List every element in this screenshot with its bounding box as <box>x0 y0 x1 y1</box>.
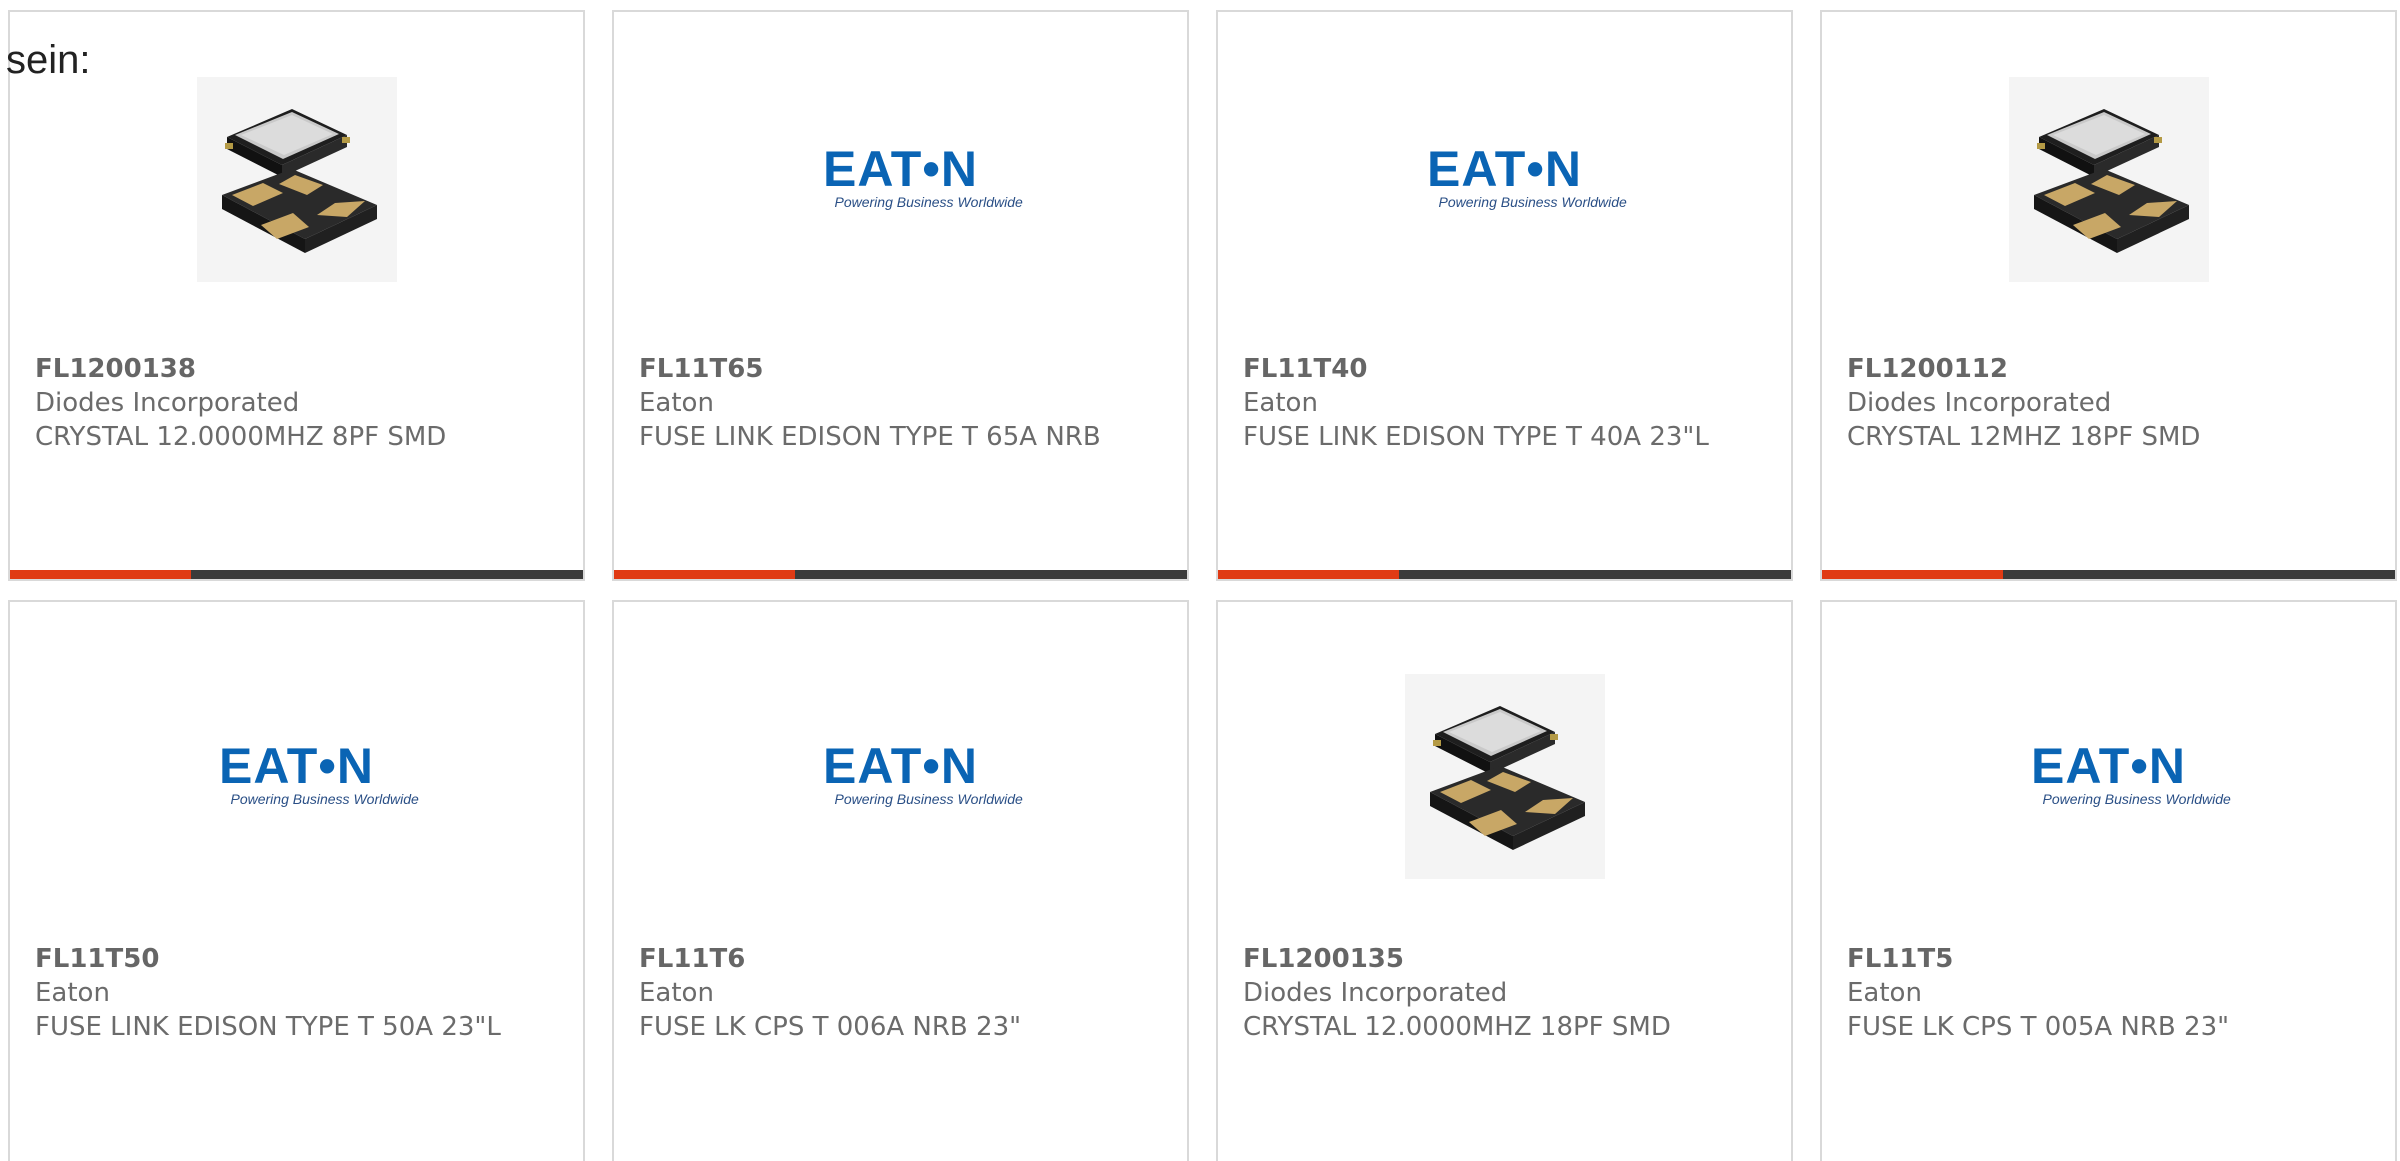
part-number-link[interactable]: FL11T40 <box>1243 352 1713 386</box>
product-description: FUSE LK CPS T 005A NRB 23" <box>1847 1012 2230 1042</box>
part-number-link[interactable]: FL1200135 <box>1243 942 1713 976</box>
product-card[interactable]: EAT•N Powering Business Worldwide FL11T6… <box>612 600 1189 1161</box>
card-footer-bar <box>614 570 1187 579</box>
part-number-link[interactable]: FL11T6 <box>639 942 1109 976</box>
manufacturer-name: Diodes Incorporated <box>1243 978 1508 1008</box>
eaton-logo-tagline: Powering Business Worldwide <box>2042 790 2231 807</box>
product-description: CRYSTAL 12MHZ 18PF SMD <box>1847 422 2201 452</box>
crystal-smd-image <box>2008 77 2209 282</box>
product-description: CRYSTAL 12.0000MHZ 8PF SMD <box>35 422 447 452</box>
manufacturer-name: Eaton <box>639 978 714 1008</box>
manufacturer-name: Eaton <box>1243 388 1318 418</box>
eaton-logo: EAT•N Powering Business Worldwide <box>801 140 1023 215</box>
eaton-logo-wordmark: EAT•N <box>823 140 978 197</box>
card-footer-bar <box>1822 570 2395 579</box>
product-info: FL1200135 Diodes Incorporated CRYSTAL 12… <box>1243 942 1713 1044</box>
product-image[interactable]: EAT•N Powering Business Worldwide <box>1822 674 2395 879</box>
eaton-logo-wordmark: EAT•N <box>219 737 374 794</box>
product-card[interactable]: EAT•N Powering Business Worldwide FL11T6… <box>612 10 1189 581</box>
eaton-logo-wordmark: EAT•N <box>823 737 978 794</box>
product-image[interactable]: EAT•N Powering Business Worldwide <box>1218 77 1791 282</box>
manufacturer-name: Diodes Incorporated <box>35 388 300 418</box>
product-info: FL1200138 Diodes Incorporated CRYSTAL 12… <box>35 352 505 454</box>
product-grid-page: sein: FL1200138 Diodes Incorporated CRYS… <box>0 0 2400 1161</box>
product-image[interactable] <box>10 77 583 282</box>
product-image[interactable]: EAT•N Powering Business Worldwide <box>614 77 1187 282</box>
product-description: CRYSTAL 12.0000MHZ 18PF SMD <box>1243 1012 1671 1042</box>
product-card[interactable]: EAT•N Powering Business Worldwide FL11T5… <box>1820 600 2397 1161</box>
product-grid: FL1200138 Diodes Incorporated CRYSTAL 12… <box>0 0 2400 1161</box>
product-card[interactable]: EAT•N Powering Business Worldwide FL11T4… <box>1216 10 1793 581</box>
manufacturer-name: Eaton <box>35 978 110 1008</box>
crystal-smd-image <box>1404 674 1605 879</box>
product-description: FUSE LINK EDISON TYPE T 65A NRB <box>639 422 1101 452</box>
eaton-logo-tagline: Powering Business Worldwide <box>1438 193 1627 210</box>
part-number-link[interactable]: FL11T65 <box>639 352 1109 386</box>
eaton-logo: EAT•N Powering Business Worldwide <box>197 737 419 812</box>
card-footer-bar <box>10 570 583 579</box>
eaton-logo-wordmark: EAT•N <box>1427 140 1582 197</box>
part-number-link[interactable]: FL1200112 <box>1847 352 2317 386</box>
part-number-link[interactable]: FL11T50 <box>35 942 505 976</box>
card-footer-accent <box>614 570 795 579</box>
part-number-link[interactable]: FL11T5 <box>1847 942 2317 976</box>
intro-text: sein: <box>6 38 91 82</box>
card-footer-accent <box>10 570 191 579</box>
eaton-logo-tagline: Powering Business Worldwide <box>834 790 1023 807</box>
product-info: FL11T50 Eaton FUSE LINK EDISON TYPE T 50… <box>35 942 505 1044</box>
product-image[interactable]: EAT•N Powering Business Worldwide <box>614 674 1187 879</box>
product-info: FL11T5 Eaton FUSE LK CPS T 005A NRB 23" <box>1847 942 2317 1044</box>
product-card[interactable]: FL1200135 Diodes Incorporated CRYSTAL 12… <box>1216 600 1793 1161</box>
manufacturer-name: Diodes Incorporated <box>1847 388 2112 418</box>
card-footer-bar <box>1218 570 1791 579</box>
manufacturer-name: Eaton <box>639 388 714 418</box>
part-number-link[interactable]: FL1200138 <box>35 352 505 386</box>
product-card[interactable]: EAT•N Powering Business Worldwide FL11T5… <box>8 600 585 1161</box>
product-card[interactable]: FL1200112 Diodes Incorporated CRYSTAL 12… <box>1820 10 2397 581</box>
product-info: FL11T6 Eaton FUSE LK CPS T 006A NRB 23" <box>639 942 1109 1044</box>
product-description: FUSE LK CPS T 006A NRB 23" <box>639 1012 1022 1042</box>
crystal-smd-image <box>196 77 397 282</box>
eaton-logo: EAT•N Powering Business Worldwide <box>1405 140 1627 215</box>
product-info: FL1200112 Diodes Incorporated CRYSTAL 12… <box>1847 352 2317 454</box>
eaton-logo-tagline: Powering Business Worldwide <box>834 193 1023 210</box>
eaton-logo: EAT•N Powering Business Worldwide <box>801 737 1023 812</box>
eaton-logo-tagline: Powering Business Worldwide <box>230 790 419 807</box>
product-image[interactable] <box>1218 674 1791 879</box>
product-card[interactable]: FL1200138 Diodes Incorporated CRYSTAL 12… <box>8 10 585 581</box>
manufacturer-name: Eaton <box>1847 978 1922 1008</box>
product-info: FL11T65 Eaton FUSE LINK EDISON TYPE T 65… <box>639 352 1109 454</box>
eaton-logo-wordmark: EAT•N <box>2031 737 2186 794</box>
card-footer-accent <box>1218 570 1399 579</box>
product-image[interactable] <box>1822 77 2395 282</box>
eaton-logo: EAT•N Powering Business Worldwide <box>2009 737 2231 812</box>
card-footer-accent <box>1822 570 2003 579</box>
product-image[interactable]: EAT•N Powering Business Worldwide <box>10 674 583 879</box>
product-info: FL11T40 Eaton FUSE LINK EDISON TYPE T 40… <box>1243 352 1713 454</box>
product-description: FUSE LINK EDISON TYPE T 40A 23"L <box>1243 422 1709 452</box>
product-description: FUSE LINK EDISON TYPE T 50A 23"L <box>35 1012 501 1042</box>
